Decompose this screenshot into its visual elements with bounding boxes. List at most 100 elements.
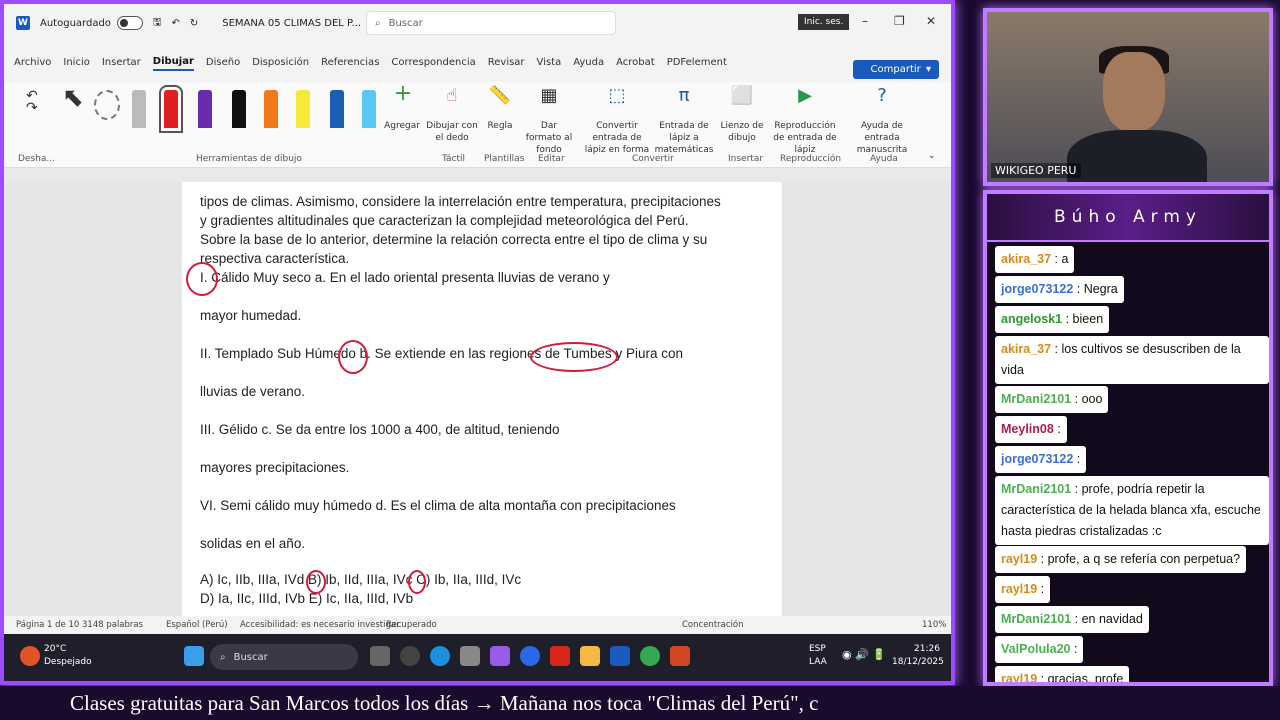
ruler-label[interactable]: Regla [484, 120, 516, 132]
chrome-icon[interactable] [640, 646, 660, 666]
menu-ayuda[interactable]: Ayuda [573, 55, 604, 70]
black-pen-icon[interactable] [232, 90, 246, 128]
chat-username[interactable]: ValPolula20 [1001, 642, 1070, 656]
chat-username[interactable]: rayl19 [1001, 552, 1037, 566]
menu-inicio[interactable]: Inicio [63, 55, 89, 70]
wifi-icon[interactable]: ◉ 🔊 🔋 [842, 648, 886, 661]
menu-disposicion[interactable]: Disposición [252, 55, 309, 70]
clock-time[interactable]: 21:26 [914, 644, 940, 654]
menu-insertar[interactable]: Insertar [102, 55, 141, 70]
ink-help-icon[interactable]: ? [846, 87, 918, 105]
draw-finger-icon[interactable]: ☝ [426, 87, 478, 105]
accessibility-status[interactable]: Accesibilidad: es necesario investigar [240, 620, 400, 630]
add-pen-label[interactable]: Agregar [384, 120, 420, 132]
blue-pen-icon[interactable] [330, 90, 344, 128]
orange-pen-icon[interactable] [264, 90, 278, 128]
red-pen-icon[interactable] [159, 85, 183, 133]
replay-label[interactable]: Reproducción de entrada de lápiz [770, 120, 840, 156]
word-count[interactable]: 3148 palabras [82, 620, 143, 630]
replay-icon[interactable]: ▶ [770, 87, 840, 105]
lang-code[interactable]: ESP [809, 644, 826, 654]
focus-mode[interactable]: Concentración [682, 620, 743, 630]
start-icon[interactable] [184, 646, 204, 666]
menu-diseno[interactable]: Diseño [206, 55, 240, 70]
signin-button[interactable]: Inic. ses. [798, 14, 850, 30]
save-icon[interactable]: 🖫 [153, 15, 162, 32]
purple-pen-icon[interactable] [198, 90, 212, 128]
menu-correspondencia[interactable]: Correspondencia [391, 55, 475, 70]
ribbon-undo-icon[interactable]: ↶ ↷ [26, 89, 38, 115]
powerpoint-icon[interactable] [670, 646, 690, 666]
canvas-icon[interactable]: ⬜ [720, 87, 764, 105]
chat-username[interactable]: angelosk1 [1001, 312, 1062, 326]
ruler-icon[interactable]: 📏 [484, 87, 516, 105]
convert-shape-label[interactable]: Convertir entrada de lápiz en forma [582, 120, 652, 156]
chat-panel: Búho Army akira_37 : a jorge073122 : Negr… [983, 190, 1273, 686]
menu-vista[interactable]: Vista [537, 55, 562, 70]
language-status[interactable]: Español (Perú) [166, 620, 228, 630]
chat-message: jorge073122 : [995, 446, 1087, 473]
chat-username[interactable]: MrDani2101 [1001, 482, 1071, 496]
weather-icon[interactable] [20, 646, 40, 666]
lang-layout[interactable]: LAA [809, 657, 827, 667]
chat-username[interactable]: jorge073122 [1001, 452, 1073, 466]
ink-help-label[interactable]: Ayuda de entrada manuscrita [846, 120, 918, 156]
select-pointer-icon[interactable]: ⬉ [62, 85, 84, 111]
ink-math-icon[interactable]: π [654, 87, 714, 105]
lasso-icon[interactable] [94, 90, 120, 120]
taskview-icon[interactable] [370, 646, 390, 666]
chat-username[interactable]: Meylin08 [1001, 422, 1054, 436]
autosave-label: Autoguardado [40, 17, 111, 29]
minimize-icon[interactable]: – [862, 14, 868, 28]
autosave-toggle[interactable] [116, 16, 143, 30]
chat-username[interactable]: rayl19 [1001, 582, 1037, 596]
acrobat-icon[interactable] [550, 646, 570, 666]
add-pen-icon[interactable]: + [388, 83, 418, 105]
menu-revisar[interactable]: Revisar [488, 55, 525, 70]
eraser-icon[interactable] [132, 90, 146, 128]
chat-username[interactable]: jorge073122 [1001, 282, 1073, 296]
convert-shape-icon[interactable]: ⬚ [582, 87, 652, 105]
menu-acrobat[interactable]: Acrobat [616, 55, 655, 70]
chat-username[interactable]: MrDani2101 [1001, 612, 1071, 626]
chat-username[interactable]: akira_37 [1001, 252, 1051, 266]
share-button[interactable]: Compartir ▾ [852, 60, 939, 79]
menu-dibujar[interactable]: Dibujar [152, 54, 194, 71]
background-icon[interactable]: ▦ [522, 87, 576, 105]
collapse-ribbon-icon[interactable]: ⌄ [928, 150, 936, 162]
calculator-icon[interactable] [460, 646, 480, 666]
edge-icon[interactable] [430, 646, 450, 666]
doc-line: I. Cálido Muy seco a. En el lado orienta… [200, 270, 610, 285]
maximize-icon[interactable]: ❐ [894, 14, 905, 28]
taskbar-search[interactable]: ⌕ Buscar [210, 644, 358, 670]
menu-pdfelement[interactable]: PDFelement [667, 55, 727, 70]
chat-username[interactable]: rayl19 [1001, 672, 1037, 682]
chat-username[interactable]: MrDani2101 [1001, 392, 1071, 406]
chat-message: akira_37 : los cultivos se desuscriben d… [995, 336, 1269, 384]
zoom-icon[interactable] [520, 646, 540, 666]
ribbon: ↶ ↷ ⬉ + Agregar ☝ Dibujar con el dedo 📏 R… [4, 82, 951, 168]
copilot-icon[interactable] [490, 646, 510, 666]
zoom-level[interactable]: 110% [922, 620, 946, 630]
background-label[interactable]: Dar formato al fondo [522, 120, 576, 156]
group-editar: Editar [538, 154, 565, 164]
github-icon[interactable] [400, 646, 420, 666]
cyan-pen-icon[interactable] [362, 90, 376, 128]
chat-username[interactable]: akira_37 [1001, 342, 1051, 356]
explorer-icon[interactable] [580, 646, 600, 666]
yellow-highlighter-icon[interactable] [296, 90, 310, 128]
search-box[interactable]: ⌕ Buscar [366, 11, 616, 35]
menu-archivo[interactable]: Archivo [14, 55, 51, 70]
clock-date[interactable]: 18/12/2025 [892, 657, 944, 667]
page-count[interactable]: Página 1 de 10 [16, 620, 79, 630]
ink-math-label[interactable]: Entrada de lápiz a matemáticas [654, 120, 714, 156]
close-icon[interactable]: ✕ [926, 14, 936, 28]
draw-finger-label[interactable]: Dibujar con el dedo [426, 120, 478, 144]
canvas-label[interactable]: Lienzo de dibujo [720, 120, 764, 144]
undo-icon[interactable]: ↶ [171, 18, 179, 29]
menu-referencias[interactable]: Referencias [321, 55, 379, 70]
redo-icon[interactable]: ↻ [190, 18, 198, 29]
document-title[interactable]: SEMANA 05 CLIMAS DEL P... [222, 18, 361, 29]
word-taskbar-icon[interactable] [610, 646, 630, 666]
taskbar: 20°C Despejado ⌕ Buscar ESP LAA ◉ 🔊 🔋 21:… [4, 634, 951, 681]
